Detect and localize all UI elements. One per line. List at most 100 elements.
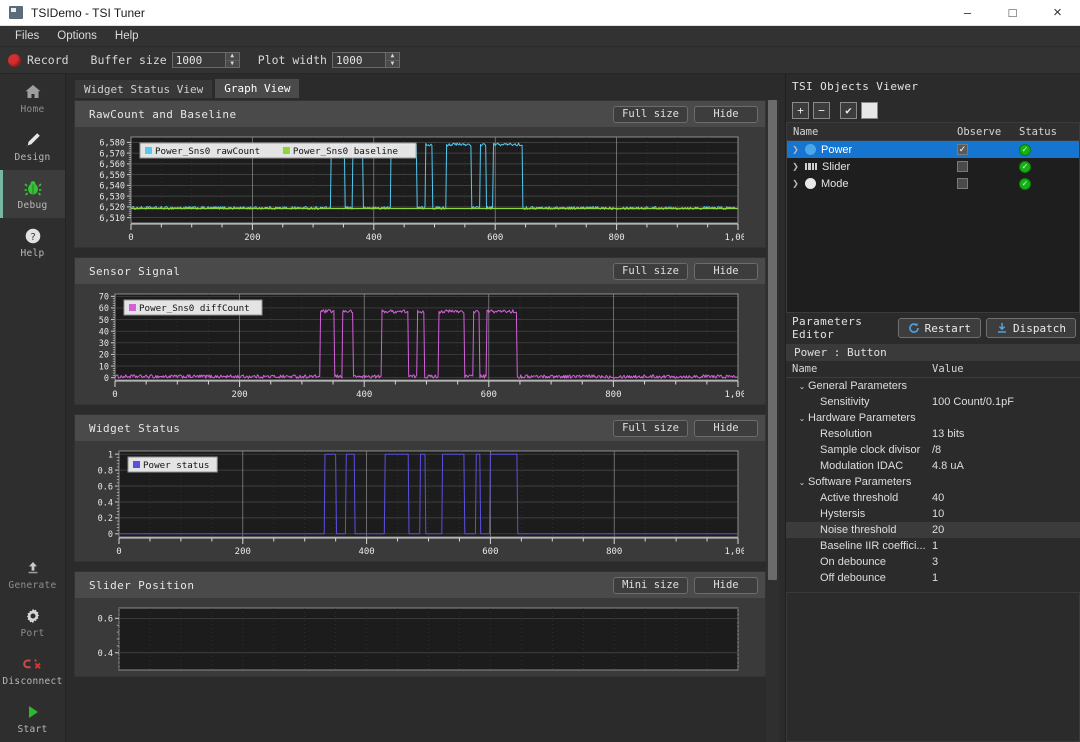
parameter-value-cell[interactable]: 1 <box>932 540 1080 552</box>
parameter-value-cell[interactable]: 100 Count/0.1pF <box>932 396 1080 408</box>
parameter-value-cell[interactable]: 3 <box>932 556 1080 568</box>
parameter-group-row[interactable]: ⌄General Parameters <box>786 378 1080 394</box>
parameter-row[interactable]: Resolution13 bits <box>786 426 1080 442</box>
parameter-value-cell[interactable]: 1 <box>932 572 1080 584</box>
buffer-size-stepper[interactable]: ▲ ▼ <box>172 52 240 68</box>
chevron-right-icon[interactable]: ❯ <box>791 162 800 171</box>
parameter-row[interactable]: Baseline IIR coeffici...1 <box>786 538 1080 554</box>
record-icon[interactable] <box>8 54 21 67</box>
dispatch-button[interactable]: Dispatch <box>986 318 1076 338</box>
objects-tree-empty-area <box>787 192 1079 312</box>
parameter-row[interactable]: Off debounce1 <box>786 570 1080 586</box>
tab-widget-status-view[interactable]: Widget Status View <box>74 79 213 98</box>
chart-title-sensor-signal: Sensor Signal <box>89 265 607 278</box>
sidebar-item-design[interactable]: Design <box>0 122 65 170</box>
chevron-right-icon[interactable]: ❯ <box>791 145 800 154</box>
plot-width-spin-buttons[interactable]: ▲ ▼ <box>385 53 399 67</box>
parameter-value-cell[interactable]: /8 <box>932 444 1080 456</box>
sidebar-item-home[interactable]: Home <box>0 74 65 122</box>
parameter-group-row[interactable]: ⌄Hardware Parameters <box>786 410 1080 426</box>
parameter-row[interactable]: Noise threshold20 <box>786 522 1080 538</box>
observe-checkbox[interactable]: ✓ <box>957 144 968 155</box>
check-all-button[interactable]: ✔ <box>840 102 857 119</box>
plot-width-stepper[interactable]: ▲ ▼ <box>332 52 400 68</box>
close-button[interactable]: × <box>1035 0 1080 26</box>
status-ok-icon: ✓ <box>1019 144 1031 156</box>
table-row[interactable]: ❯ Mode ✓ <box>787 175 1079 192</box>
sidebar-item-disconnect[interactable]: Disconnect <box>0 646 65 694</box>
table-row[interactable]: ❯ Slider ✓ <box>787 158 1079 175</box>
menu-options[interactable]: Options <box>48 28 106 44</box>
minimize-button[interactable]: – <box>945 0 990 26</box>
parameter-value-cell[interactable]: 4.8 uA <box>932 460 1080 472</box>
sidebar-item-generate[interactable]: Generate <box>0 550 65 598</box>
scrollbar-thumb[interactable] <box>768 100 777 580</box>
svg-text:0: 0 <box>112 390 117 400</box>
svg-text:200: 200 <box>231 390 247 400</box>
chart-plot-slider-position[interactable]: 0.40.6 <box>75 598 765 676</box>
parameter-value-cell[interactable]: 10 <box>932 508 1080 520</box>
sidebar-item-debug[interactable]: Debug <box>0 170 65 218</box>
sidebar-item-port[interactable]: Port <box>0 598 65 646</box>
add-button[interactable]: + <box>792 102 809 119</box>
object-name-cell[interactable]: ❯ Power <box>787 144 957 156</box>
parameter-row[interactable]: On debounce3 <box>786 554 1080 570</box>
observe-cell[interactable] <box>957 161 1019 172</box>
parameter-value-cell[interactable]: 40 <box>932 492 1080 504</box>
svg-text:6,570: 6,570 <box>99 149 125 159</box>
parameter-row[interactable]: Modulation IDAC4.8 uA <box>786 458 1080 474</box>
graph-vertical-scrollbar[interactable] <box>766 100 779 742</box>
restart-button[interactable]: Restart <box>898 318 981 338</box>
chart-plot-sensor-signal[interactable]: 01020304050607002004006008001,000Power_S… <box>75 284 765 404</box>
object-name-cell[interactable]: ❯ Mode <box>787 178 957 190</box>
plot-width-label: Plot width <box>258 53 327 67</box>
chevron-right-icon[interactable]: ❯ <box>791 179 800 188</box>
objects-tree-header: Name Observe Status <box>787 123 1079 141</box>
chart-plot-widget-status[interactable]: 00.20.40.60.8102004006008001,000Power st… <box>75 441 765 561</box>
table-row[interactable]: ❯ Power ✓ ✓ <box>787 141 1079 158</box>
parameter-row[interactable]: Sample clock divisor/8 <box>786 442 1080 458</box>
menu-files[interactable]: Files <box>6 28 48 44</box>
menu-help[interactable]: Help <box>106 28 148 44</box>
parameter-row[interactable]: Sensitivity100 Count/0.1pF <box>786 394 1080 410</box>
svg-text:0.8: 0.8 <box>98 466 113 476</box>
full-size-button[interactable]: Full size <box>613 420 688 437</box>
full-size-button[interactable]: Full size <box>613 106 688 123</box>
mini-size-button[interactable]: Mini size <box>613 577 688 594</box>
parameter-value-cell[interactable]: 13 bits <box>932 428 1080 440</box>
parameter-value-cell[interactable]: 20 <box>932 524 1080 536</box>
plot-width-input[interactable] <box>333 53 385 67</box>
hide-button[interactable]: Hide <box>694 577 758 594</box>
observe-cell[interactable] <box>957 178 1019 189</box>
sidebar-item-help[interactable]: ? Help <box>0 218 65 266</box>
hide-button[interactable]: Hide <box>694 263 758 280</box>
observe-checkbox[interactable] <box>957 161 968 172</box>
spin-down-icon[interactable]: ▼ <box>386 61 399 68</box>
observe-cell[interactable]: ✓ <box>957 144 1019 155</box>
chart-plot-rawcount-baseline[interactable]: 6,5106,5206,5306,5406,5506,5606,5706,580… <box>75 127 765 247</box>
spin-down-icon[interactable]: ▼ <box>226 61 239 68</box>
parameter-group-row[interactable]: ⌄Software Parameters <box>786 474 1080 490</box>
sidebar-item-start[interactable]: Start <box>0 694 65 742</box>
record-button-label[interactable]: Record <box>27 53 69 67</box>
hide-button[interactable]: Hide <box>694 420 758 437</box>
buffer-size-spin-buttons[interactable]: ▲ ▼ <box>225 53 239 67</box>
chart-panel-header: RawCount and Baseline Full size Hide <box>75 101 765 127</box>
sidebar-item-label: Generate <box>8 580 56 591</box>
parameter-row[interactable]: Active threshold40 <box>786 490 1080 506</box>
svg-text:6,540: 6,540 <box>99 182 125 192</box>
maximize-button[interactable]: □ <box>990 0 1035 26</box>
remove-button[interactable]: − <box>813 102 830 119</box>
buffer-size-input[interactable] <box>173 53 225 67</box>
hide-button[interactable]: Hide <box>694 106 758 123</box>
chevron-down-icon[interactable]: ⌄ <box>796 382 808 391</box>
full-size-button[interactable]: Full size <box>613 263 688 280</box>
parameter-row[interactable]: Hystersis10 <box>786 506 1080 522</box>
observe-checkbox[interactable] <box>957 178 968 189</box>
object-name-cell[interactable]: ❯ Slider <box>787 161 957 173</box>
svg-text:0.4: 0.4 <box>98 649 113 659</box>
chevron-down-icon[interactable]: ⌄ <box>796 478 808 487</box>
tab-graph-view[interactable]: Graph View <box>214 78 300 98</box>
uncheck-all-button[interactable] <box>861 102 878 119</box>
chevron-down-icon[interactable]: ⌄ <box>796 414 808 423</box>
